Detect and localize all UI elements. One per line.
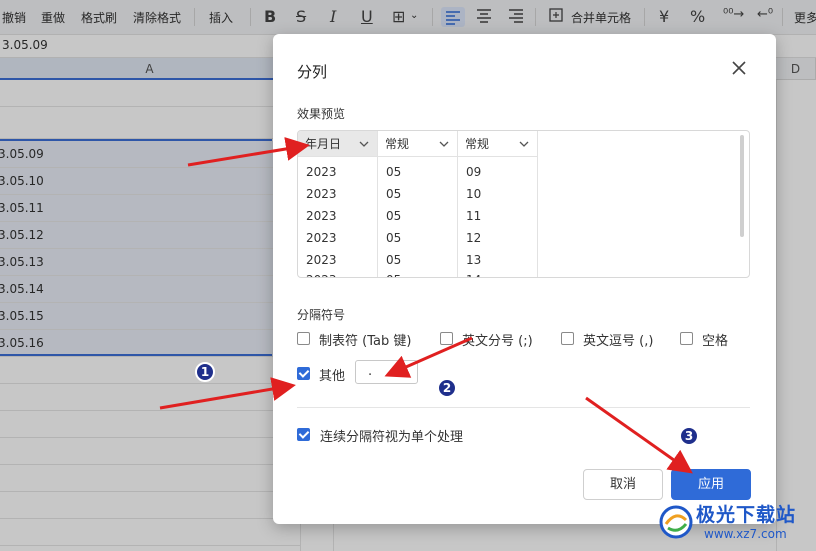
preview-column-type-select[interactable]: 年月日 (298, 131, 377, 157)
watermark: 极光下载站 www.xz7.com (656, 498, 816, 548)
chevron-down-icon (359, 131, 369, 159)
chevron-down-icon (519, 131, 529, 159)
preview-column-type: 常规 (465, 137, 490, 151)
preview-column: 年月日 2023 2023 2023 2023 2023 2023 (298, 131, 378, 277)
preview-cell: 14 (466, 273, 481, 277)
preview-cell: 12 (466, 231, 482, 245)
other-separator-input[interactable]: . (355, 360, 418, 384)
preview-cell: 05 (386, 253, 402, 267)
preview-cell: 10 (466, 187, 482, 201)
preview-cell: 09 (466, 165, 482, 179)
preview-column: 常规 05 05 05 05 05 05 (378, 131, 458, 277)
preview-scrollbar[interactable] (740, 135, 744, 237)
comma-checkbox-label[interactable]: 英文逗号 (,) (583, 330, 653, 349)
divider (297, 407, 750, 408)
step-badge-1: 1 (195, 362, 215, 382)
preview-cell: 2023 (306, 273, 337, 277)
preview-cell: 05 (386, 187, 402, 201)
preview-cell: 05 (386, 273, 401, 277)
apply-button[interactable]: 应用 (671, 469, 751, 500)
tab-checkbox[interactable] (297, 332, 310, 345)
preview-column-type-select[interactable]: 常规 (378, 131, 457, 157)
preview-table: 年月日 2023 2023 2023 2023 2023 2023 常规 05 … (297, 130, 750, 278)
preview-column-type: 年月日 (305, 137, 342, 151)
consecutive-checkbox-label[interactable]: 连续分隔符视为单个处理 (320, 426, 463, 445)
preview-cell: 13 (466, 253, 482, 267)
preview-cell: 2023 (306, 253, 337, 267)
split-column-dialog: 分列 效果预览 年月日 2023 2023 2023 2023 2023 202… (273, 34, 776, 524)
preview-cell: 05 (386, 209, 402, 223)
other-checkbox[interactable] (297, 367, 310, 380)
consecutive-checkbox[interactable] (297, 428, 310, 441)
preview-cell: 2023 (306, 231, 337, 245)
watermark-url: www.xz7.com (704, 527, 787, 541)
preview-column-type: 常规 (385, 137, 410, 151)
semicolon-checkbox[interactable] (440, 332, 453, 345)
close-icon[interactable] (729, 60, 749, 80)
tab-checkbox-label[interactable]: 制表符 (Tab 键) (319, 330, 411, 349)
preview-column-type-select[interactable]: 常规 (458, 131, 537, 157)
space-checkbox-label[interactable]: 空格 (702, 330, 728, 349)
separator-label: 分隔符号 (297, 308, 346, 322)
preview-cell: 05 (386, 231, 402, 245)
watermark-title: 极光下载站 (696, 504, 797, 526)
other-checkbox-label[interactable]: 其他 (319, 365, 345, 384)
chevron-down-icon (439, 131, 449, 159)
step-badge-3: 3 (679, 426, 699, 446)
preview-cell: 2023 (306, 165, 337, 179)
step-badge-2: 2 (437, 378, 457, 398)
preview-cell: 05 (386, 165, 402, 179)
watermark-logo-icon (659, 505, 693, 539)
space-checkbox[interactable] (680, 332, 693, 345)
preview-cell: 2023 (306, 209, 337, 223)
preview-label: 效果预览 (297, 107, 346, 121)
semicolon-checkbox-label[interactable]: 英文分号 (;) (462, 330, 533, 349)
comma-checkbox[interactable] (561, 332, 574, 345)
preview-cell: 11 (466, 209, 482, 223)
cancel-button[interactable]: 取消 (583, 469, 663, 500)
preview-column: 常规 09 10 11 12 13 14 (458, 131, 538, 277)
dialog-title: 分列 (297, 63, 328, 81)
preview-cell: 2023 (306, 187, 337, 201)
